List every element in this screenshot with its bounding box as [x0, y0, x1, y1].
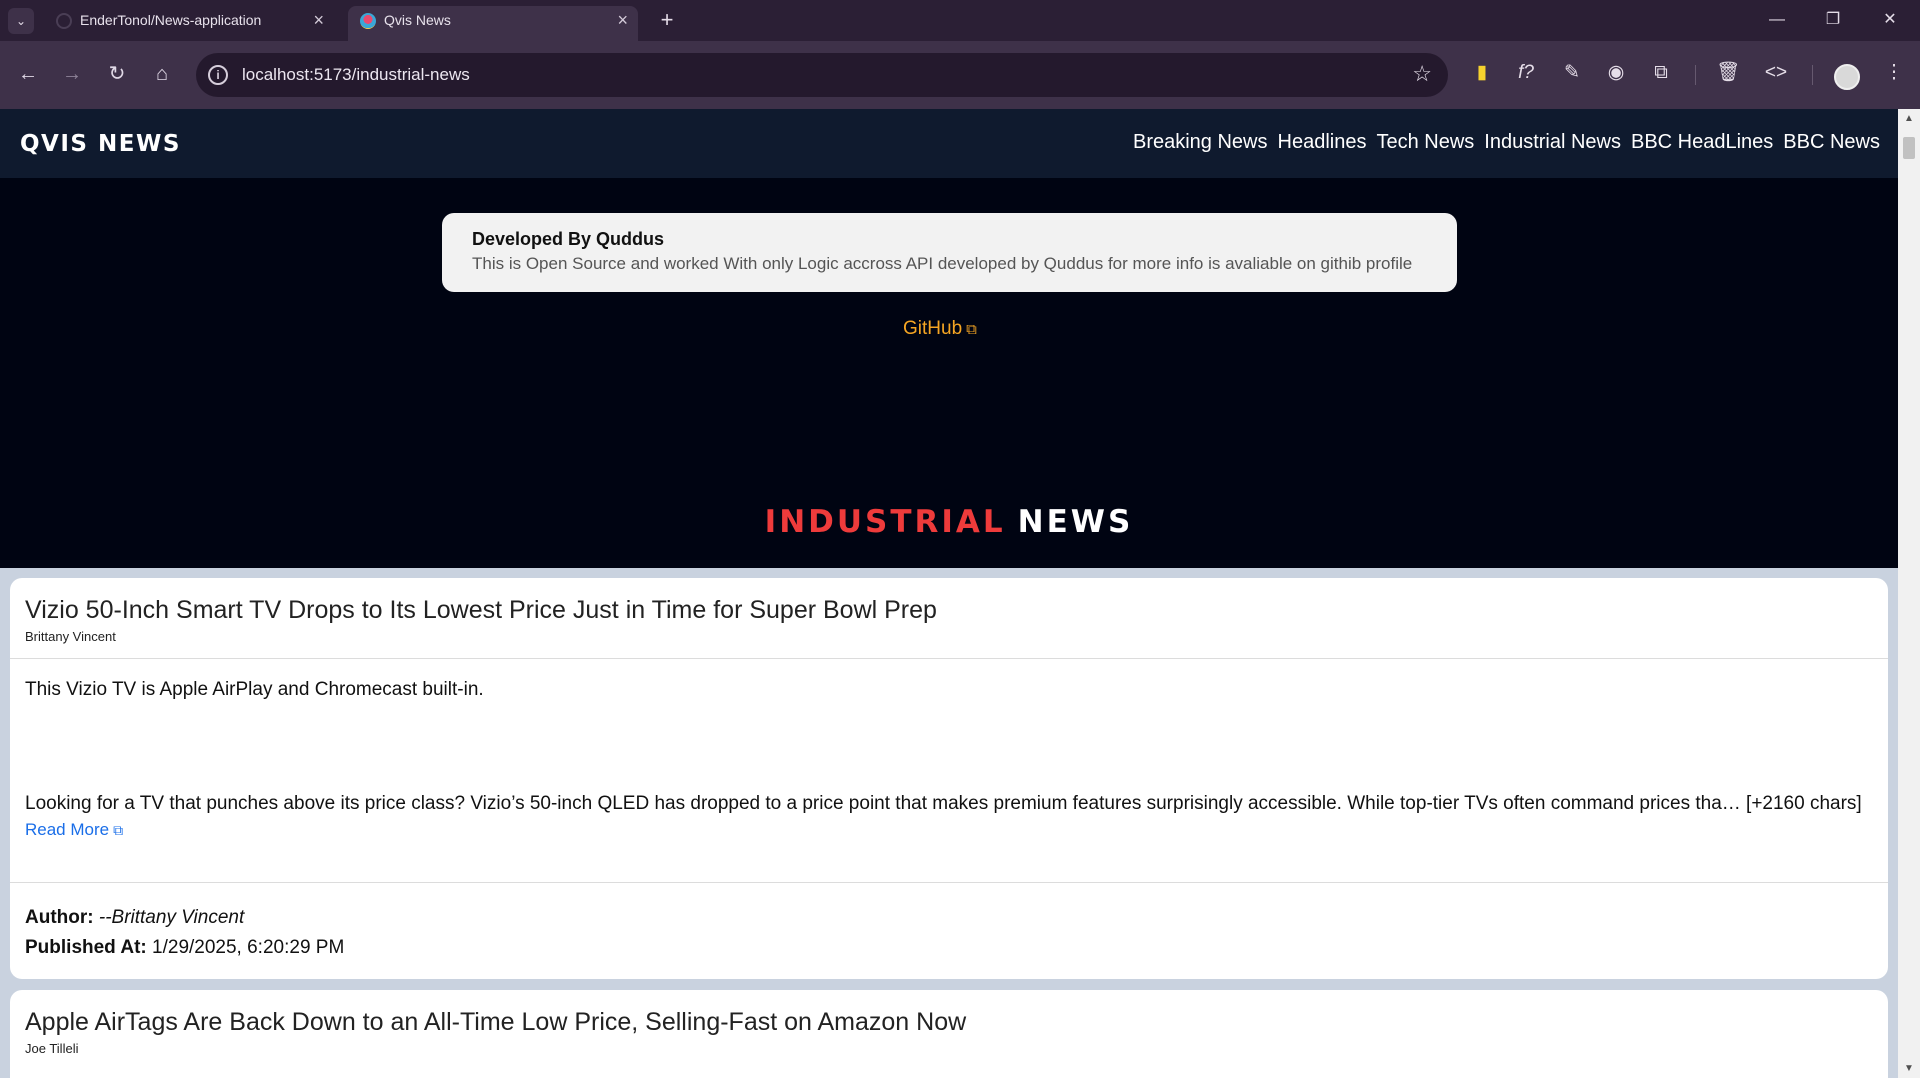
published-label: Published At:	[25, 937, 147, 958]
scroll-down-arrow-icon[interactable]: ▼	[1904, 1063, 1914, 1074]
browser-menu-icon[interactable]: ⋮	[1878, 57, 1910, 89]
site-info-icon[interactable]: i	[208, 65, 228, 85]
page-scrollbar[interactable]: ▲ ▼	[1898, 109, 1920, 1078]
page-viewport: QVIS NEWS Breaking News Headlines Tech N…	[0, 109, 1898, 1078]
toolbar-divider	[1812, 65, 1813, 85]
home-button[interactable]: ⌂	[147, 59, 177, 89]
scrollbar-thumb[interactable]	[1903, 137, 1915, 159]
card-body: This Vizio TV is Apple AirPlay and Chrom…	[10, 659, 1888, 883]
author-value: --Brittany Vincent	[98, 907, 245, 928]
external-link-icon: ⧉	[113, 822, 124, 838]
developer-alert-card: Developed By Quddus This is Open Source …	[442, 213, 1457, 292]
card-header: Apple AirTags Are Back Down to an All-Ti…	[10, 990, 1888, 1070]
minimize-button[interactable]: —	[1762, 8, 1792, 32]
github-link[interactable]: GitHub ⧉	[903, 318, 977, 340]
toolbar-divider	[1695, 65, 1696, 85]
news-card-list: Vizio 50-Inch Smart TV Drops to Its Lowe…	[0, 568, 1898, 1078]
nav-link-tech-news[interactable]: Tech News	[1376, 131, 1474, 154]
tab-search-button[interactable]: ⌄	[8, 8, 34, 34]
nav-link-bbc-headlines[interactable]: BBC HeadLines	[1631, 131, 1773, 154]
close-tab-icon[interactable]: ×	[617, 6, 628, 35]
profile-avatar[interactable]	[1834, 64, 1860, 90]
card-subtitle-author: Brittany Vincent	[25, 629, 116, 644]
nav-link-bbc-news[interactable]: BBC News	[1783, 131, 1880, 154]
card-footer: Author: --Brittany Vincent Published At:…	[10, 883, 1888, 979]
restore-button[interactable]: ❐	[1818, 8, 1848, 32]
devtools-code-icon[interactable]: <>	[1760, 57, 1792, 89]
bookmark-star-icon[interactable]: ☆	[1412, 61, 1432, 87]
card-title: Apple AirTags Are Back Down to an All-Ti…	[25, 1008, 967, 1036]
external-link-icon: ⧉	[966, 321, 977, 338]
close-tab-icon[interactable]: ×	[313, 6, 324, 35]
published-value: 1/29/2025, 6:20:29 PM	[152, 937, 345, 958]
trash-icon[interactable]: 🗑	[1712, 57, 1744, 89]
scroll-up-arrow-icon[interactable]: ▲	[1904, 113, 1914, 124]
card-published-line: Published At: 1/29/2025, 6:20:29 PM	[25, 933, 1873, 963]
tab-title: EnderTonol/News-application	[80, 12, 262, 28]
extension-font-icon[interactable]: f?	[1510, 57, 1542, 89]
developer-card-text: This is Open Source and worked With only…	[472, 254, 1413, 273]
section-title-red: INDUSTRIAL	[764, 504, 1006, 540]
new-tab-button[interactable]: +	[654, 8, 680, 34]
nav-link-breaking-news[interactable]: Breaking News	[1133, 131, 1268, 154]
extension-chart-icon[interactable]: ▮	[1466, 57, 1498, 89]
read-more-label: Read More	[25, 820, 110, 839]
nav-link-headlines[interactable]: Headlines	[1278, 131, 1367, 154]
browser-tab-qvis-news[interactable]: Qvis News ×	[348, 6, 638, 41]
extensions-puzzle-icon[interactable]: ⧉	[1645, 57, 1677, 89]
forward-button[interactable]: →	[57, 59, 87, 89]
card-author-line: Author: --Brittany Vincent	[25, 903, 1873, 933]
extension-eyedropper-icon[interactable]: ✎	[1556, 57, 1588, 89]
news-card: Apple AirTags Are Back Down to an All-Ti…	[10, 990, 1888, 1078]
back-button[interactable]: ←	[13, 59, 43, 89]
extension-camera-icon[interactable]: ◉	[1600, 57, 1632, 89]
section-title: INDUSTRIAL NEWS	[0, 504, 1898, 540]
card-content: Looking for a TV that punches above its …	[25, 793, 1862, 814]
card-header: Vizio 50-Inch Smart TV Drops to Its Lowe…	[10, 578, 1888, 659]
github-favicon-icon	[56, 13, 72, 29]
card-subtitle-author: Joe Tilleli	[25, 1041, 79, 1056]
site-logo[interactable]: QVIS NEWS	[20, 131, 181, 157]
url-text: localhost:5173/industrial-news	[242, 65, 470, 84]
read-more-link[interactable]: Read More ⧉	[25, 820, 123, 840]
section-title-white: NEWS	[1017, 504, 1134, 540]
developer-card-title: Developed By Quddus	[472, 229, 665, 249]
address-bar[interactable]: i localhost:5173/industrial-news ☆	[196, 53, 1448, 97]
browser-tab-github[interactable]: EnderTonol/News-application ×	[44, 6, 334, 41]
reload-button[interactable]: ↻	[102, 59, 132, 89]
qvis-favicon-icon	[360, 13, 376, 29]
site-nav-links: Breaking News Headlines Tech News Indust…	[1133, 131, 1880, 154]
tab-title: Qvis News	[384, 12, 451, 28]
browser-toolbar: ← → ↻ ⌂ i localhost:5173/industrial-news…	[0, 41, 1920, 109]
nav-link-industrial-news[interactable]: Industrial News	[1484, 131, 1621, 154]
browser-tab-bar: ⌄ EnderTonol/News-application × Qvis New…	[0, 0, 1920, 41]
close-window-button[interactable]: ✕	[1875, 8, 1905, 32]
author-label: Author:	[25, 907, 94, 928]
github-link-label: GitHub	[903, 318, 963, 339]
news-card: Vizio 50-Inch Smart TV Drops to Its Lowe…	[10, 578, 1888, 979]
site-navbar: QVIS NEWS Breaking News Headlines Tech N…	[0, 109, 1898, 178]
card-title: Vizio 50-Inch Smart TV Drops to Its Lowe…	[25, 596, 937, 624]
card-description: This Vizio TV is Apple AirPlay and Chrom…	[25, 679, 484, 700]
